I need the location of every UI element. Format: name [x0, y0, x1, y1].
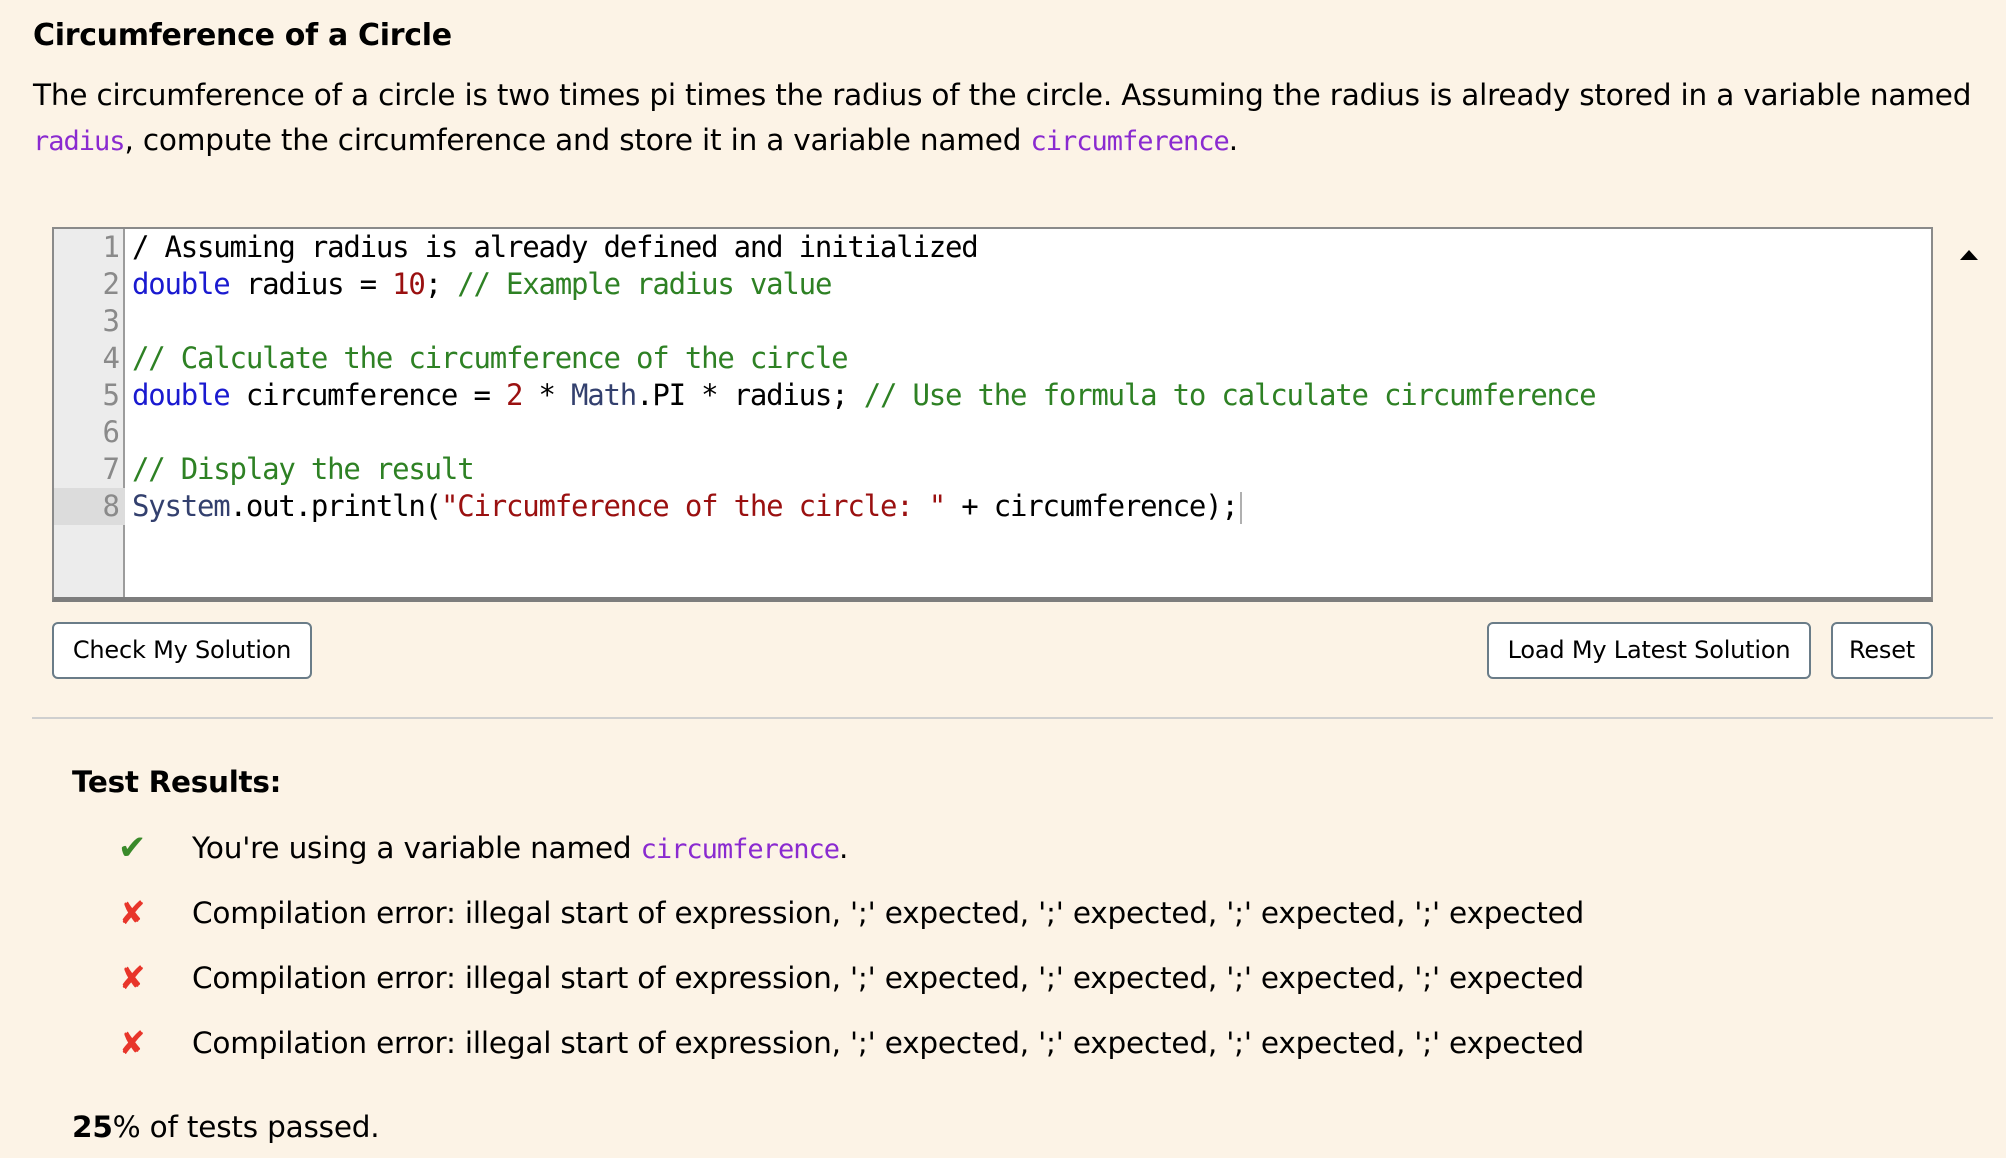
result-suffix: .: [838, 831, 849, 865]
code-token-comment: // Calculate the circumference of the ci…: [132, 341, 849, 375]
check-solution-button[interactable]: Check My Solution: [52, 622, 312, 679]
result-message: Compilation error: illegal start of expr…: [192, 1026, 1585, 1060]
divider: [32, 717, 1993, 719]
code-token-plain: / Assuming radius is already defined and…: [132, 230, 979, 264]
code-token-plain: .out.println(: [229, 489, 443, 523]
percent-sign: %: [112, 1110, 141, 1144]
line-number: 3: [102, 304, 120, 338]
test-results-heading: Test Results:: [72, 765, 282, 799]
line-number: 2: [102, 267, 120, 301]
test-result-text: Compilation error: illegal start of expr…: [192, 1018, 1584, 1068]
reset-button[interactable]: Reset: [1831, 622, 1933, 679]
code-line: System.out.println("Circumference of the…: [132, 488, 1931, 525]
scroll-up-arrow-icon[interactable]: [1960, 250, 1978, 260]
line-number: 7: [102, 452, 120, 486]
line-number: 1: [102, 230, 120, 264]
code-line: double circumference = 2 * Math.PI * rad…: [132, 377, 1931, 414]
code-token-keyword: double: [132, 267, 231, 301]
code-token-comment: // Use the formula to calculate circumfe…: [863, 378, 1597, 412]
code-token-keyword: double: [132, 378, 231, 412]
line-number: 6: [102, 415, 120, 449]
test-result-text: You're using a variable named circumfere…: [192, 823, 848, 875]
exercise-page: Circumference of a Circle The circumfere…: [0, 0, 2006, 1158]
result-message: You're using a variable named: [192, 831, 641, 865]
code-line: // Calculate the circumference of the ci…: [132, 340, 1931, 377]
code-token-plain: *: [522, 378, 572, 412]
test-result-text: Compilation error: illegal start of expr…: [192, 888, 1584, 938]
code-line: / Assuming radius is already defined and…: [132, 229, 1931, 266]
code-token-plain: radius =: [229, 267, 393, 301]
line-number: 8: [54, 488, 125, 525]
code-token-comment: // Example radius value: [457, 267, 832, 301]
code-token-number: 2: [505, 378, 523, 412]
description-text-1: The circumference of a circle is two tim…: [33, 78, 1972, 112]
x-icon: ✘: [118, 959, 146, 997]
code-token-plain: ;: [424, 267, 458, 301]
code-line: // Display the result: [132, 451, 1931, 488]
line-number-gutter: 12345678: [54, 229, 125, 597]
description-text-2: , compute the circumference and store it…: [124, 123, 1031, 157]
code-line: double radius = 10; // Example radius va…: [132, 266, 1931, 303]
inline-code-circumference: circumference: [1030, 126, 1229, 157]
problem-description: The circumference of a circle is two tim…: [33, 73, 1983, 164]
line-number: 4: [102, 341, 120, 375]
result-inline-code: circumference: [640, 834, 840, 865]
code-token-plain: circumference =: [229, 378, 506, 412]
code-editor[interactable]: 12345678 / Assuming radius is already de…: [52, 227, 1933, 602]
check-icon: ✔: [117, 828, 147, 868]
result-message: Compilation error: illegal start of expr…: [192, 896, 1585, 930]
code-token-var2: Math: [571, 378, 637, 412]
test-result-text: Compilation error: illegal start of expr…: [192, 953, 1584, 1003]
text-cursor: [1239, 492, 1242, 524]
problem-title: Circumference of a Circle: [33, 18, 452, 53]
description-text-3: .: [1228, 123, 1238, 157]
code-token-plain: .PI * radius;: [636, 378, 864, 412]
code-area[interactable]: / Assuming radius is already defined and…: [132, 229, 1931, 525]
line-number: 5: [102, 378, 120, 412]
load-latest-solution-button[interactable]: Load My Latest Solution: [1487, 622, 1811, 679]
code-token-number: 10: [392, 267, 426, 301]
code-token-plain: + circumference);: [944, 489, 1239, 523]
code-token-string: "Circumference of the circle: ": [440, 489, 946, 523]
summary-text: of tests passed.: [140, 1110, 380, 1144]
code-token-comment: // Display the result: [132, 452, 475, 486]
result-message: Compilation error: illegal start of expr…: [192, 961, 1585, 995]
pass-percent: 25: [72, 1110, 113, 1144]
code-token-var2: System: [132, 489, 231, 523]
x-icon: ✘: [118, 1024, 146, 1062]
test-summary: 25% of tests passed.: [72, 1105, 380, 1149]
x-icon: ✘: [118, 894, 146, 932]
inline-code-radius: radius: [33, 126, 126, 157]
